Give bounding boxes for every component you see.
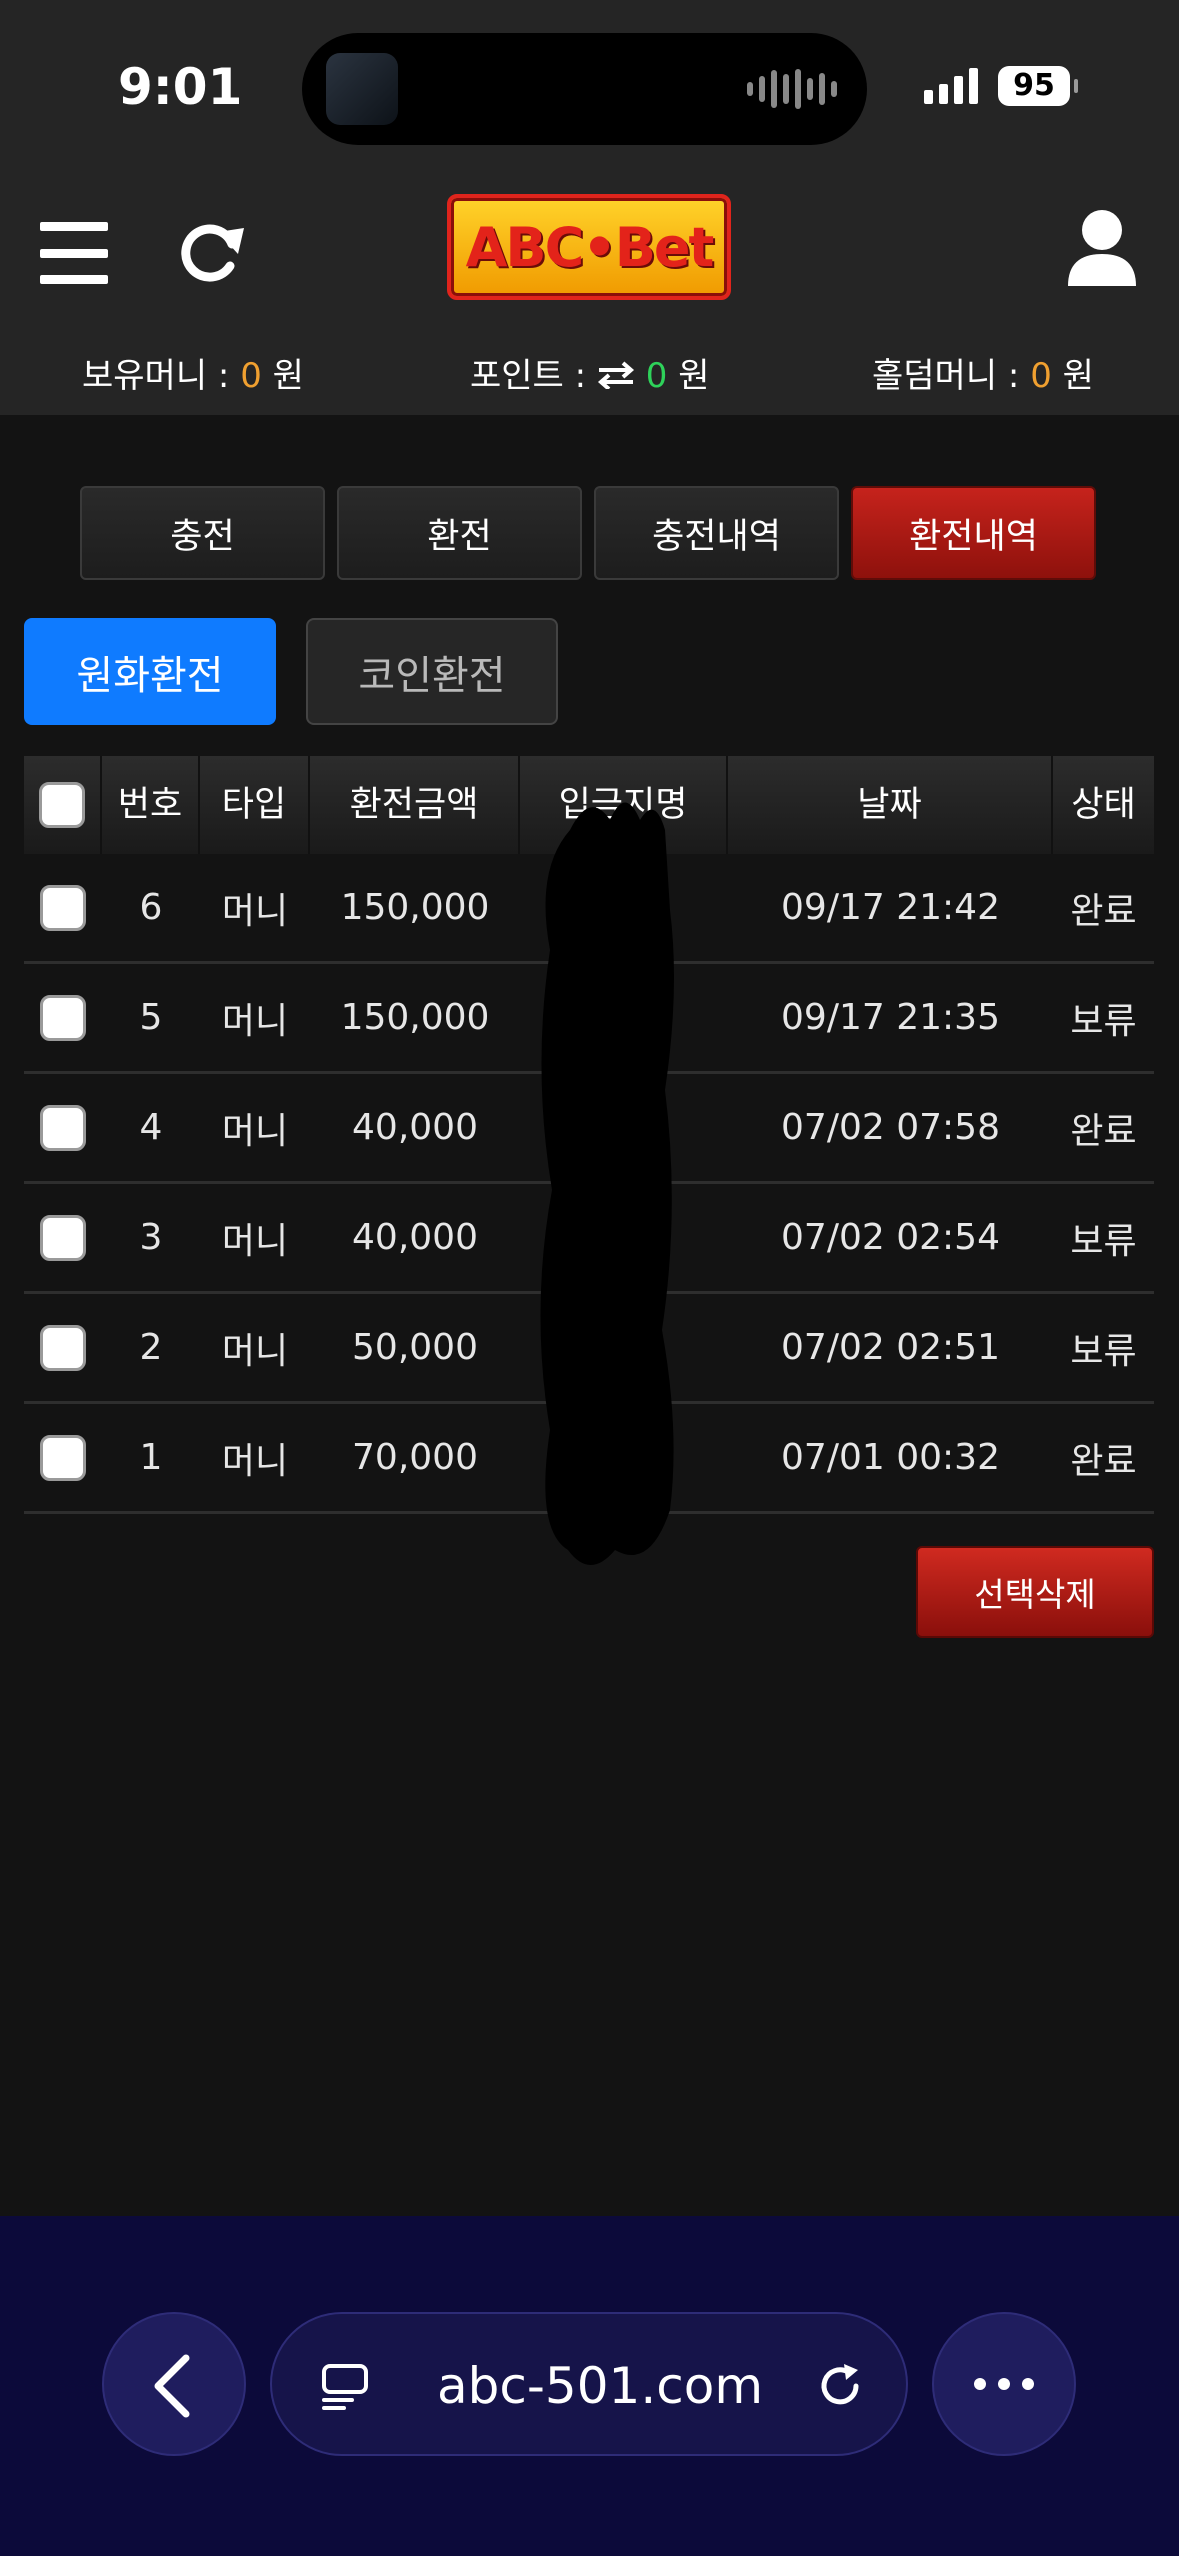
- more-dots-icon[interactable]: [932, 2312, 1076, 2456]
- dynamic-island-waveform-icon: [747, 69, 837, 109]
- tab-withdraw-history[interactable]: 환전내역: [851, 486, 1096, 580]
- site-header: ABC•Bet 보유머니 : 0 원 포인트 : 0 원 홀덤머니 : 0 원: [0, 170, 1179, 415]
- refresh-icon[interactable]: [178, 214, 246, 286]
- media-thumbnail: [326, 53, 398, 125]
- redaction-scribble: [540, 802, 674, 1565]
- balance-summary: 보유머니 : 0 원 포인트 : 0 원 홀덤머니 : 0 원: [0, 348, 1179, 398]
- address-bar[interactable]: abc-501.com: [270, 2312, 908, 2456]
- row-checkbox[interactable]: [40, 1434, 86, 1481]
- subtab-coin-withdraw[interactable]: 코인환전: [306, 618, 558, 725]
- signal-icon: [924, 66, 978, 104]
- user-icon[interactable]: [1066, 208, 1138, 286]
- sub-tabs: 원화환전 코인환전: [24, 618, 558, 725]
- exchange-arrows-icon[interactable]: [597, 361, 635, 391]
- row-checkbox[interactable]: [40, 994, 86, 1041]
- tab-withdraw[interactable]: 환전: [337, 486, 582, 580]
- dynamic-island: [302, 33, 867, 145]
- back-chevron-icon: [154, 2354, 190, 2418]
- row-checkbox[interactable]: [40, 1214, 86, 1261]
- site-logo[interactable]: ABC•Bet: [447, 194, 731, 300]
- main-tabs: 충전 환전 충전내역 환전내역: [80, 486, 1096, 580]
- col-status: 상태: [1071, 785, 1136, 825]
- reload-icon[interactable]: [814, 2360, 866, 2412]
- col-type: 타입: [200, 756, 310, 854]
- col-number: 번호: [102, 756, 200, 854]
- tab-deposit[interactable]: 충전: [80, 486, 325, 580]
- tab-deposit-history[interactable]: 충전내역: [594, 486, 839, 580]
- battery-level: 95: [1013, 68, 1055, 103]
- row-checkbox[interactable]: [40, 1324, 86, 1371]
- balance-points: 포인트 : 0 원: [470, 356, 710, 396]
- subtab-krw-withdraw[interactable]: 원화환전: [24, 618, 276, 725]
- col-amount: 환전금액: [310, 756, 520, 854]
- back-button[interactable]: [102, 2312, 246, 2456]
- col-date: 날짜: [728, 756, 1053, 854]
- select-all-checkbox[interactable]: [39, 782, 85, 828]
- tabs-icon[interactable]: [320, 2362, 370, 2412]
- delete-selected-button[interactable]: 선택삭제: [916, 1546, 1154, 1638]
- balance-holdem-value: 0: [1030, 356, 1052, 396]
- balance-holdem: 홀덤머니 : 0 원: [872, 356, 1094, 396]
- balance-money-value: 0: [240, 356, 262, 396]
- balance-points-value: 0: [645, 356, 668, 396]
- balance-money: 보유머니 : 0 원: [82, 356, 304, 396]
- url-text[interactable]: abc-501.com: [437, 2314, 763, 2458]
- status-time: 9:01: [118, 58, 243, 116]
- battery-icon: 95: [998, 66, 1078, 106]
- status-bar: 9:01 95: [0, 0, 1179, 170]
- row-checkbox[interactable]: [40, 884, 86, 931]
- browser-toolbar: abc-501.com: [0, 2216, 1179, 2556]
- row-checkbox[interactable]: [40, 1104, 86, 1151]
- hamburger-menu-icon[interactable]: [40, 222, 108, 284]
- logo-text: ABC•Bet: [465, 215, 715, 279]
